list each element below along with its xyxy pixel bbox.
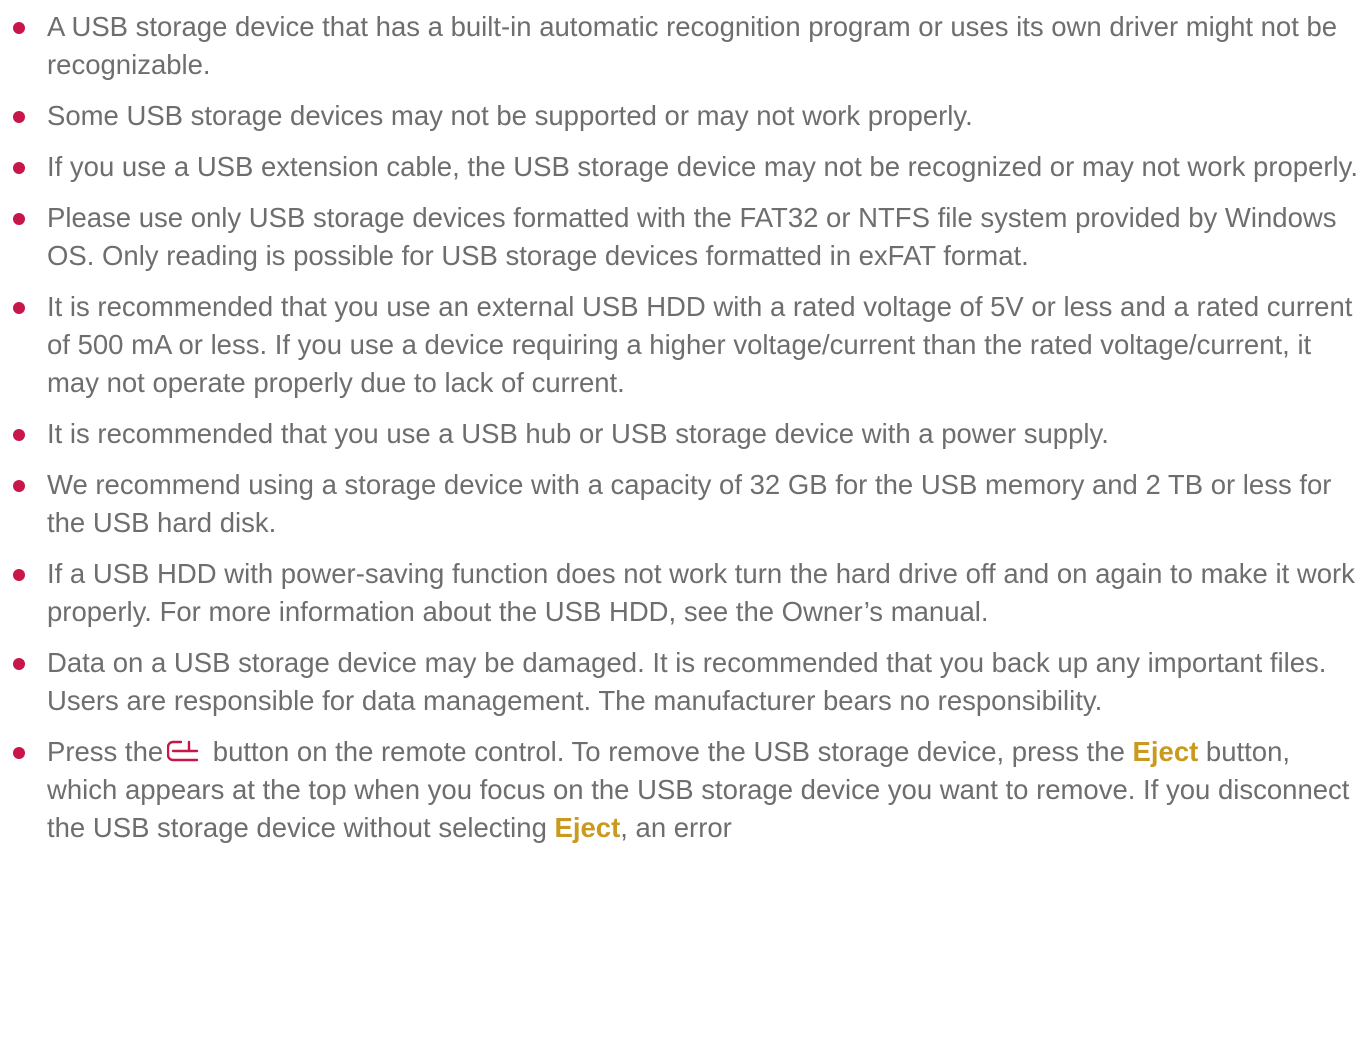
note-item: Some USB storage devices may not be supp… bbox=[0, 97, 1366, 135]
eject-label: Eject bbox=[554, 812, 621, 843]
usb-notes-list: A USB storage device that has a built-in… bbox=[0, 8, 1366, 860]
note-text: Please use only USB storage devices form… bbox=[47, 202, 1337, 271]
note-item-eject: Press the button on the remote control. … bbox=[0, 733, 1366, 847]
note-item: Data on a USB storage device may be dama… bbox=[0, 644, 1366, 720]
note-item: If you use a USB extension cable, the US… bbox=[0, 148, 1366, 186]
note-item: If a USB HDD with power-saving function … bbox=[0, 555, 1366, 631]
bullet-icon bbox=[13, 569, 25, 581]
note-text: We recommend using a storage device with… bbox=[47, 469, 1332, 538]
note-text: It is recommended that you use a USB hub… bbox=[47, 418, 1109, 449]
note-text-part4: , an error bbox=[620, 812, 732, 843]
note-item: We recommend using a storage device with… bbox=[0, 466, 1366, 542]
bullet-icon bbox=[13, 213, 25, 225]
note-text-part2: button on the remote control. To remove … bbox=[205, 736, 1133, 767]
note-item: It is recommended that you use an extern… bbox=[0, 288, 1366, 402]
bullet-icon bbox=[13, 111, 25, 123]
note-text: A USB storage device that has a built-in… bbox=[47, 11, 1338, 80]
note-text: If a USB HDD with power-saving function … bbox=[47, 558, 1355, 627]
note-text: Data on a USB storage device may be dama… bbox=[47, 647, 1327, 716]
bullet-icon bbox=[13, 429, 25, 441]
note-text: If you use a USB extension cable, the US… bbox=[47, 151, 1359, 182]
bullet-icon bbox=[13, 658, 25, 670]
input-source-icon bbox=[167, 740, 199, 762]
bullet-icon bbox=[13, 302, 25, 314]
note-text-part1: Press the bbox=[47, 736, 164, 767]
bullet-icon bbox=[13, 747, 25, 759]
note-text: It is recommended that you use an extern… bbox=[47, 291, 1353, 398]
note-item: It is recommended that you use a USB hub… bbox=[0, 415, 1366, 453]
bullet-icon bbox=[13, 22, 25, 34]
note-text: Some USB storage devices may not be supp… bbox=[47, 100, 973, 131]
bullet-icon bbox=[13, 480, 25, 492]
note-item: A USB storage device that has a built-in… bbox=[0, 8, 1366, 84]
bullet-icon bbox=[13, 162, 25, 174]
note-item: Please use only USB storage devices form… bbox=[0, 199, 1366, 275]
eject-label: Eject bbox=[1132, 736, 1199, 767]
